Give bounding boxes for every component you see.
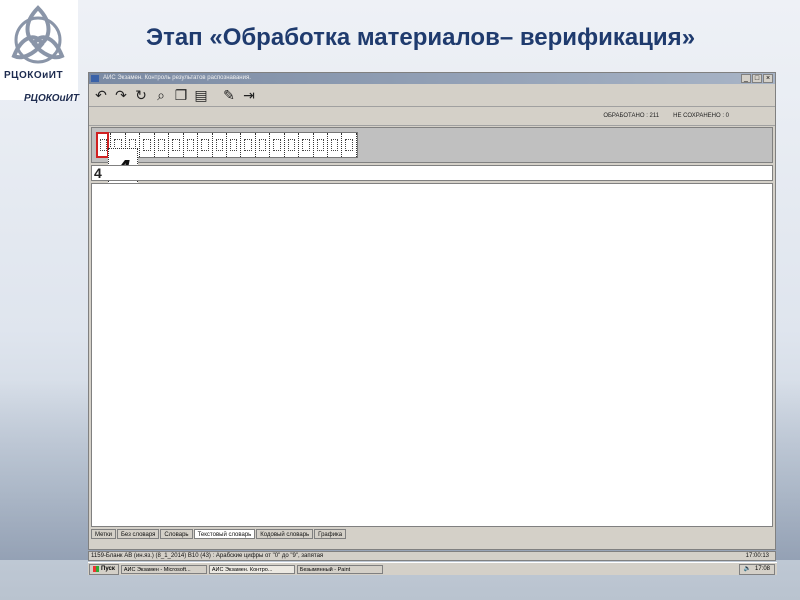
tab-grafika[interactable]: Графика — [314, 529, 347, 539]
info-bar: 1159-Бланк АВ (ин.яз.) (8_1_2014) В10 (4… — [88, 551, 776, 561]
search-icon[interactable]: ⌕ — [152, 86, 170, 104]
taskbar-item[interactable]: Безымянный - Paint — [296, 564, 383, 574]
taskbar: Пуск АИС Экзамен - Microsoft... АИС Экза… — [88, 562, 777, 575]
taskbar-item[interactable]: АИС Экзамен - Microsoft... — [120, 564, 207, 574]
logo-text: РЦОКОиИТ — [4, 70, 64, 81]
redo-icon[interactable]: ↷ — [112, 86, 130, 104]
tab-tekstovyi-slovar[interactable]: Текстовый словарь — [193, 529, 256, 539]
logo: РЦОКОиИТ — [0, 0, 78, 100]
tab-kodovyi-slovar[interactable]: Кодовый словарь — [256, 529, 314, 539]
clock: 17:08 — [754, 566, 770, 572]
start-button[interactable]: Пуск — [89, 563, 119, 575]
speaker-icon[interactable]: 🔈 — [744, 565, 751, 574]
app-icon — [91, 75, 99, 82]
tab-bez-slovarya[interactable]: Без словаря — [116, 529, 160, 539]
maximize-button[interactable]: □ — [752, 74, 762, 83]
counters-bar: ОБРАБОТАНО : 211 НЕ СОХРАНЕНО : 0 — [89, 107, 775, 126]
tab-metki[interactable]: Метки — [91, 529, 116, 539]
logo-text-repeat: РЦОКОиИТ — [24, 93, 79, 104]
edit-icon[interactable]: ✎ — [220, 86, 238, 104]
toolbar: ↶ ↷ ↻ ⌕ ❐ ▤ ✎ ⇥ — [89, 84, 775, 107]
paste-icon[interactable]: ▤ — [192, 86, 210, 104]
info-time: 17:00:13 — [745, 553, 769, 559]
tab-slovar[interactable]: Словарь — [160, 529, 193, 539]
window-controls: _ □ × — [741, 74, 773, 83]
trinity-knot-logo-icon — [11, 5, 65, 64]
window-titlebar: АИС Экзамен. Контроль результатов распоз… — [89, 73, 775, 84]
app-window: АИС Экзамен. Контроль результатов распоз… — [88, 72, 776, 550]
close-button[interactable]: × — [763, 74, 773, 83]
work-area — [91, 183, 773, 527]
undo-icon[interactable]: ↶ — [92, 86, 110, 104]
processed-counter: ОБРАБОТАНО : 211 — [603, 113, 660, 119]
info-text: 1159-Бланк АВ (ин.яз.) (8_1_2014) В10 (4… — [91, 553, 324, 559]
copy-icon[interactable]: ❐ — [172, 86, 190, 104]
taskbar-item[interactable]: АИС Экзамен. Контро... — [208, 564, 295, 574]
exit-icon[interactable]: ⇥ — [240, 86, 258, 104]
unsaved-counter: НЕ СОХРАНЕНО : 0 — [673, 113, 729, 119]
system-tray: 🔈 17:08 — [738, 564, 775, 575]
recognized-value-field[interactable]: 4 — [91, 165, 773, 181]
slide-title: Этап «Обработка материалов– верификация» — [146, 24, 696, 51]
scanned-image-panel: 4 — [91, 127, 773, 190]
windows-flag-icon — [93, 566, 99, 572]
minimize-button[interactable]: _ — [741, 74, 751, 83]
refresh-icon[interactable]: ↻ — [132, 86, 150, 104]
window-title: АИС Экзамен. Контроль результатов распоз… — [103, 75, 251, 81]
tab-strip: Метки Без словаря Словарь Текстовый слов… — [91, 529, 347, 539]
